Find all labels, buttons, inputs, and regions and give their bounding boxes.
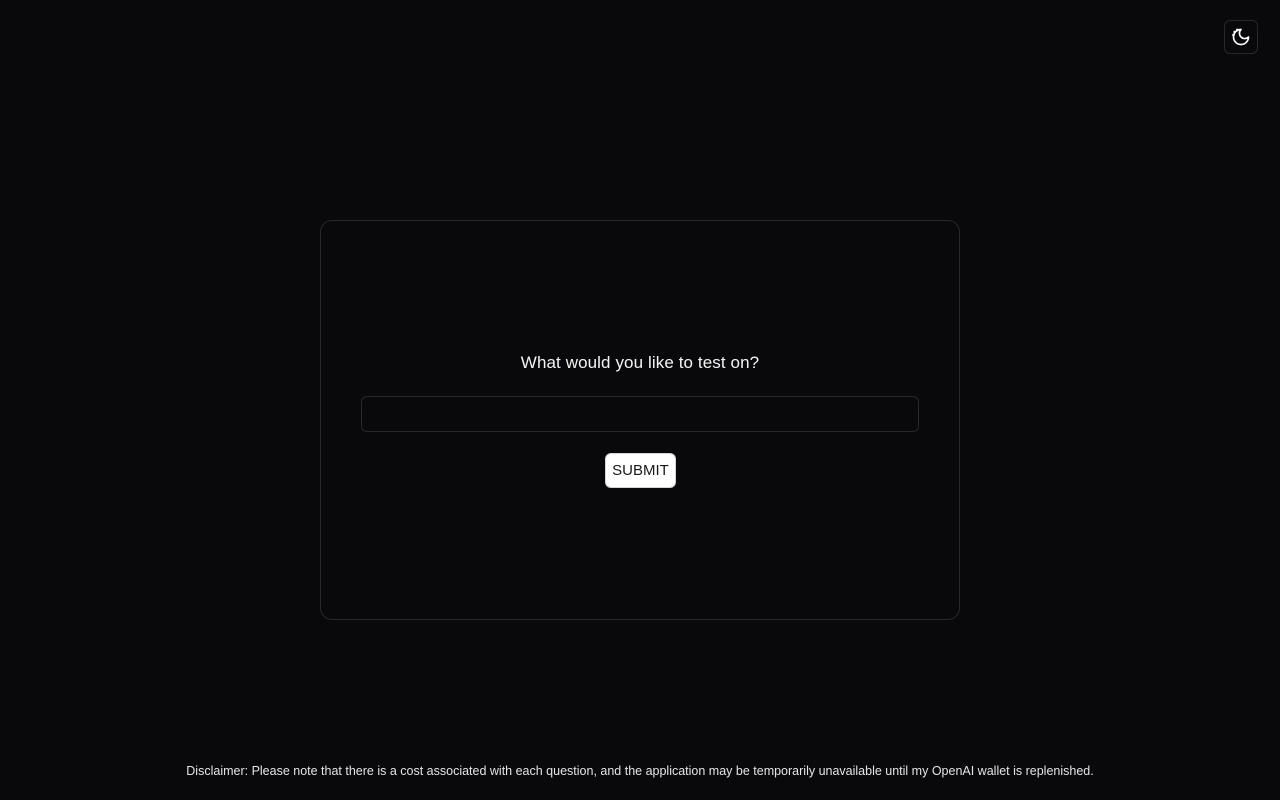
submit-button[interactable]: SUBMIT (605, 453, 676, 488)
question-prompt: What would you like to test on? (520, 353, 760, 372)
theme-toggle-button[interactable] (1224, 20, 1258, 54)
quiz-card: What would you like to test on? SUBMIT (320, 220, 960, 620)
topic-input[interactable] (361, 396, 919, 432)
moon-icon (1231, 27, 1251, 47)
disclaimer-text: Disclaimer: Please note that there is a … (186, 764, 1094, 778)
